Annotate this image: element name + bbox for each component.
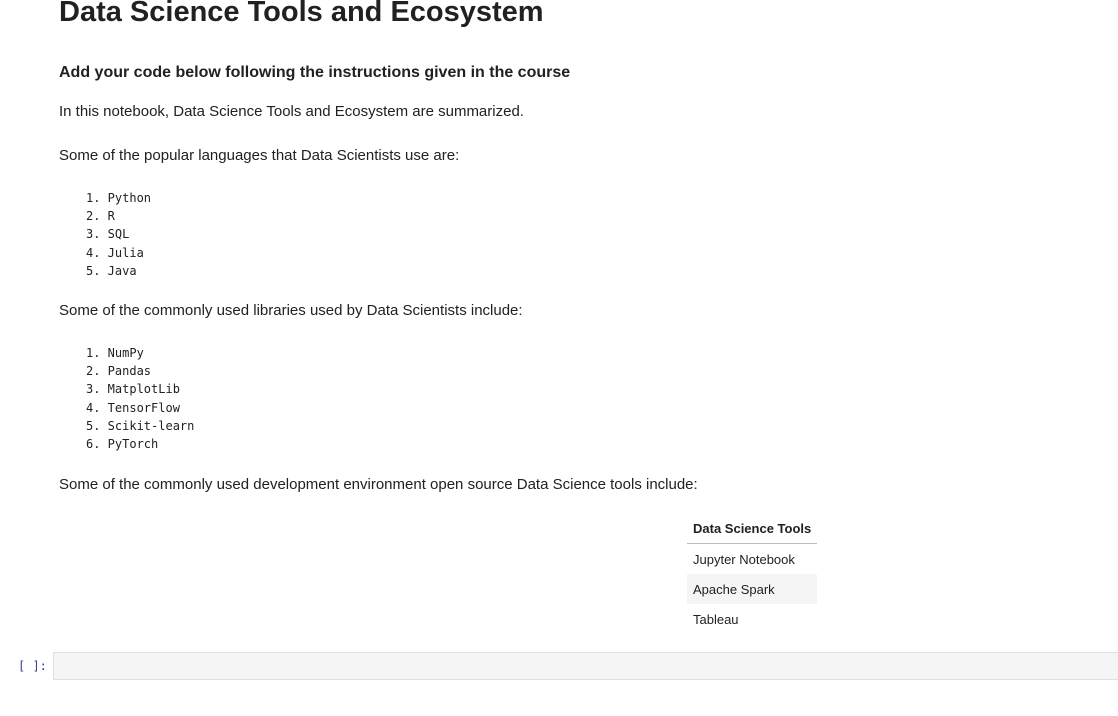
list-item: 1. NumPy — [86, 346, 144, 360]
libraries-list: 1. NumPy 2. Pandas 3. MatplotLib 4. Tens… — [86, 344, 194, 453]
subheading: Add your code below following the instru… — [59, 64, 571, 81]
list-item: 3. SQL — [86, 227, 130, 242]
list-item: 1. Python — [86, 191, 152, 205]
list-item: 5. Scikit-learn — [86, 418, 195, 433]
list-item: 5. Java — [86, 263, 137, 278]
list-item: 2. Pandas — [86, 364, 152, 379]
table-header-cell: Data Science Tools — [687, 515, 818, 544]
intro-text: In this notebook, Data Science Tools and… — [59, 103, 524, 120]
table-cell: Jupyter Notebook — [693, 551, 795, 567]
table-header-row: Data Science Tools — [687, 515, 818, 544]
languages-list: 1. Python 2. R 3. SQL 4. Julia 5. Java — [86, 189, 151, 280]
tools-intro-text: Some of the commonly used development en… — [59, 476, 698, 493]
table-cell: Apache Spark — [687, 574, 818, 604]
table-cell: Tableau — [693, 611, 739, 627]
list-item: 6. PyTorch — [86, 436, 159, 451]
tools-table: Data Science Tools Jupyter Notebook Apac… — [687, 515, 818, 634]
cell-prompt: [ ]: — [18, 659, 47, 673]
list-item: 3. MatplotLib — [86, 382, 180, 397]
page-title: Data Science Tools and Ecosystem — [59, 0, 544, 28]
table-row: Jupyter Notebook — [687, 544, 817, 575]
table-row: Tableau — [687, 604, 817, 634]
list-item: 2. R — [86, 209, 115, 224]
libraries-intro-text: Some of the commonly used libraries used… — [59, 302, 523, 319]
table-row: Apache Spark — [687, 574, 818, 604]
list-item: 4. TensorFlow — [86, 400, 180, 415]
code-cell-input[interactable] — [53, 652, 1118, 680]
languages-intro-text: Some of the popular languages that Data … — [59, 147, 460, 164]
notebook-page: Data Science Tools and Ecosystem Add you… — [0, 0, 1118, 716]
list-item: 4. Julia — [86, 245, 144, 260]
